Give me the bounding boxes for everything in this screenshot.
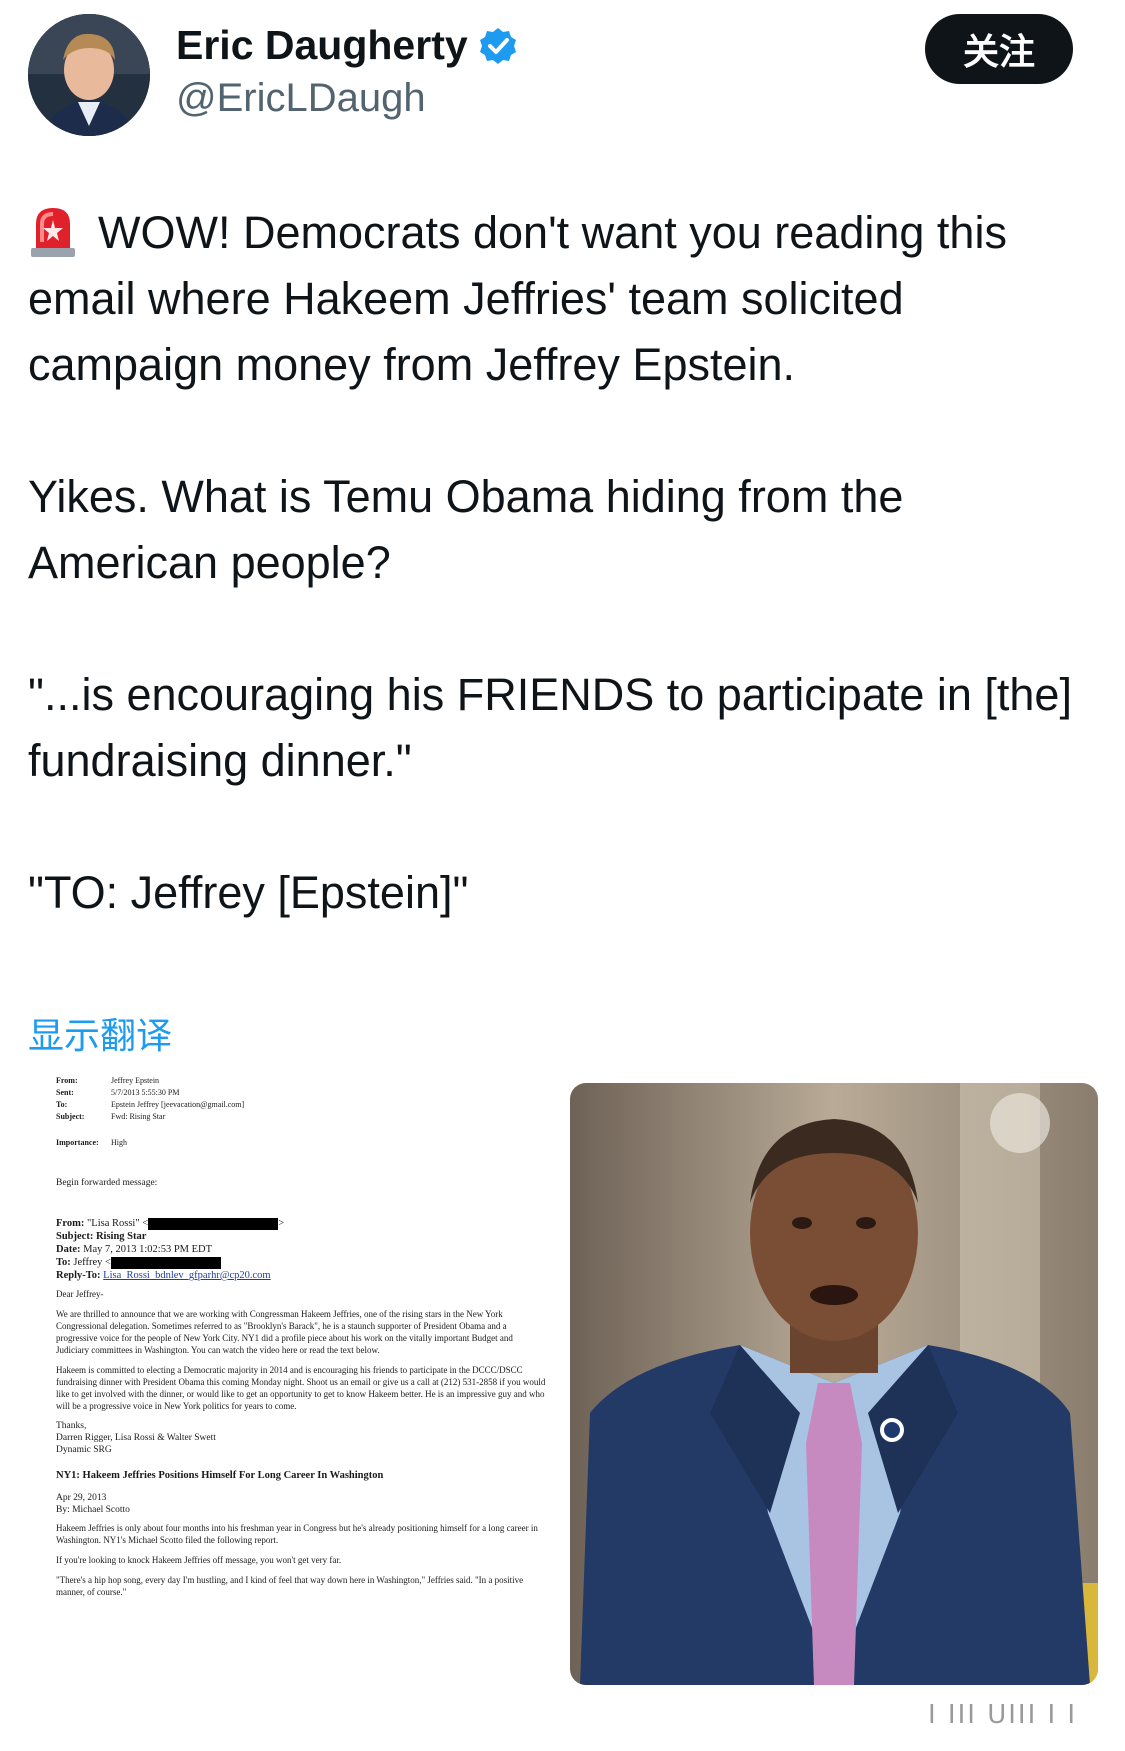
tweet-paragraph-2: Yikes. What is Temu Obama hiding from th…: [28, 471, 904, 588]
email-header-subject: Subject: Fwd: Rising Star: [56, 1112, 166, 1121]
photo-illustration: [570, 1083, 1098, 1685]
email-paragraph-2: Hakeem is committed to electing a Democr…: [56, 1365, 546, 1411]
fwd-from: From: "Lisa Rossi" < >: [56, 1217, 285, 1230]
watermark-text: I III UIII I I: [928, 1700, 1078, 1730]
tweet-paragraph-1: WOW! Democrats don't want you reading th…: [28, 200, 1088, 398]
tweet-paragraph-1-text: WOW! Democrats don't want you reading th…: [28, 207, 1007, 390]
article-headline: NY1: Hakeem Jeffries Positions Himself F…: [56, 1470, 384, 1481]
politician-photo[interactable]: [570, 1083, 1098, 1685]
email-document-content: From: Jeffrey Epstein Sent: 5/7/2013 5:55:…: [56, 1075, 546, 1606]
fwd-reply-to: Reply-To: Lisa_Rossi_bdnlev_gfparhr@cp20…: [56, 1270, 271, 1281]
email-greeting: Dear Jeffrey-: [56, 1289, 104, 1299]
author-avatar[interactable]: [28, 14, 150, 136]
tweet-paragraph-3: "...is encouraging his FRIENDS to partic…: [28, 669, 1072, 786]
verified-badge-icon: [479, 27, 516, 64]
tweet-header: Eric Daugherty @EricLDaugh 关注: [0, 0, 1125, 150]
author-name-row: Eric Daugherty: [176, 22, 518, 69]
email-document-image[interactable]: From: Jeffrey Epstein Sent: 5/7/2013 5:55:…: [28, 1075, 554, 1665]
email-header-to: To: Epstein Jeffrey [jeevacation@gmail.co…: [56, 1100, 245, 1109]
show-translation-link[interactable]: 显示翻译: [28, 1007, 172, 1059]
email-header-sent: Sent: 5/7/2013 5:55:30 PM: [56, 1088, 180, 1097]
email-org: Dynamic SRG: [56, 1445, 112, 1455]
tweet-body: WOW! Democrats don't want you reading th…: [28, 200, 1088, 992]
email-header-from: From: Jeffrey Epstein: [56, 1076, 160, 1085]
author-name[interactable]: Eric Daugherty: [176, 22, 468, 69]
fwd-subject: Subject: Rising Star: [56, 1231, 147, 1242]
email-forwarded-label: Begin forwarded message:: [56, 1178, 158, 1188]
tweet-paragraph-4: "TO: Jeffrey [Epstein]": [28, 867, 469, 918]
article-paragraph-3: "There's a hip hop song, every day I'm h…: [56, 1575, 524, 1597]
article-paragraph-2: If you're looking to knock Hakeem Jeffri…: [56, 1555, 342, 1565]
fwd-to: To: Jeffrey <: [56, 1256, 546, 1269]
article-paragraph-1: Hakeem Jeffries is only about four month…: [56, 1523, 538, 1545]
article-date: Apr 29, 2013: [56, 1493, 107, 1503]
email-signers: Darren Rigger, Lisa Rossi & Walter Swett: [56, 1433, 216, 1443]
email-paragraph-1: We are thrilled to announce that we are …: [56, 1309, 513, 1355]
email-header-importance: Importance: High: [56, 1138, 127, 1147]
email-thanks: Thanks,: [56, 1421, 87, 1431]
article-byline: By: Michael Scotto: [56, 1505, 130, 1515]
follow-button[interactable]: 关注: [925, 14, 1073, 84]
siren-icon: [31, 208, 75, 257]
author-handle[interactable]: @EricLDaugh: [176, 76, 426, 121]
fwd-date: Date: May 7, 2013 1:02:53 PM EDT: [56, 1244, 213, 1255]
